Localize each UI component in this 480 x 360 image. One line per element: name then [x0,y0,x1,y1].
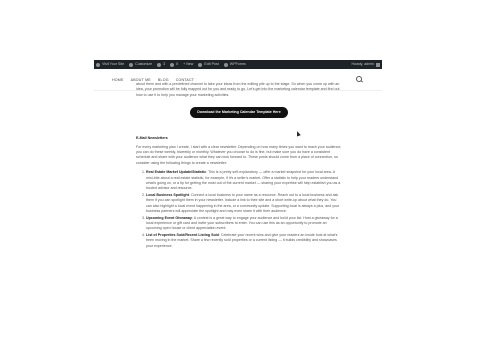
intro-paragraph: about them and with a predefined channel… [136,82,340,97]
newsletter-ideas-list: Real Estate Market Update/Statistic: Thi… [136,170,342,249]
wpforms-icon [223,62,228,67]
post-content: about them and with a predefined channel… [136,82,342,250]
wordpress-icon [96,62,100,67]
nav-contact[interactable]: CONTACT [176,78,195,82]
admin-bar-new[interactable]: + New [183,60,193,69]
admin-bar-customize[interactable]: Customize [129,60,152,69]
list-item: Upcoming Event Giveaway: A contest is a … [146,216,342,232]
pencil-icon [198,62,203,67]
browser-viewport: Visit Your Site Customize 3 0 + New Edit… [94,0,382,299]
section-intro: For every marketing plan I create, I sta… [136,144,342,165]
admin-bar-edit-post[interactable]: Edit Post [198,60,219,69]
brush-icon [129,62,134,67]
admin-bar-updates[interactable]: 3 [157,60,165,69]
wp-admin-bar: Visit Your Site Customize 3 0 + New Edit… [94,60,382,69]
list-item-title: List of Properties Sold/Recent Listing S… [146,232,219,237]
search-icon[interactable] [356,76,362,82]
list-item: Real Estate Market Update/Statistic: Thi… [146,170,342,192]
admin-bar-comments[interactable]: 0 [170,60,178,69]
updates-icon [157,62,162,67]
blank-bottom-area [0,299,480,360]
section-heading: E-Mail Newsletters [136,136,168,141]
list-item: Local Business Spotlight: Connect a loca… [146,193,342,215]
download-template-button[interactable]: Download the Marketing Calendar Template… [190,107,288,119]
list-item-title: Local Business Spotlight [146,192,189,197]
admin-bar-wpforms[interactable]: WPForms [223,60,246,69]
list-item-title: Real Estate Market Update/Statistic [146,170,207,175]
comment-icon [170,62,175,67]
nav-about-me[interactable]: ABOUT ME [131,78,151,82]
list-item-title: Upcoming Event Giveaway [146,215,192,220]
nav-home[interactable]: HOME [112,78,124,82]
cta-container: Download the Marketing Calendar Template… [136,107,342,119]
admin-bar-account[interactable]: Howdy, admin [351,60,380,69]
list-item: List of Properties Sold/Recent Listing S… [146,233,342,249]
avatar [376,62,380,67]
screen-capture: Visit Your Site Customize 3 0 + New Edit… [0,0,480,360]
admin-bar-visit-site[interactable]: Visit Your Site [96,60,124,69]
nav-blog[interactable]: BLOG [158,78,169,82]
